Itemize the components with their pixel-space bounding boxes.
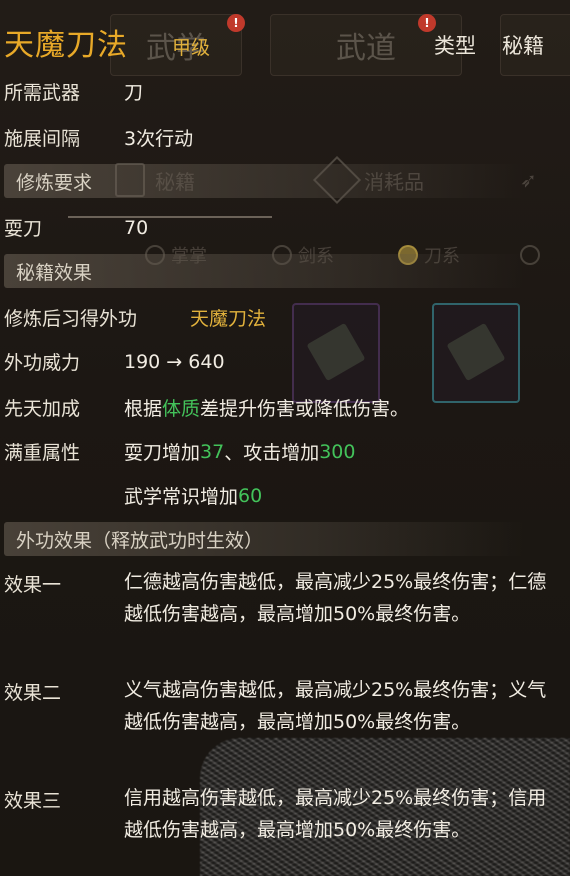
skill-title: 天魔刀法 xyxy=(4,28,128,63)
type-value: 秘籍 xyxy=(502,34,544,58)
learn-row: 修炼后习得外功 天魔刀法 xyxy=(4,304,266,331)
section-requirements: 修炼要求 xyxy=(4,164,524,198)
full-bonus-row-2: 武学常识增加 60 xyxy=(124,482,262,509)
requirement-value: 70 xyxy=(124,216,149,239)
cast-interval-label: 施展间隔 xyxy=(4,128,81,150)
learn-value: 天魔刀法 xyxy=(190,308,267,330)
full-bonus-value: 300 xyxy=(319,440,356,463)
learn-label: 修炼后习得外功 xyxy=(4,308,138,330)
full-bonus-value: 37 xyxy=(200,440,225,463)
full-bonus-text: 耍刀增加 xyxy=(124,442,201,464)
requirement-label: 耍刀 xyxy=(4,218,43,240)
effect-text: 义气越高伤害越低，最高减少25%最终伤害；义气越低伤害越高，最高增加50%最终伤… xyxy=(124,679,547,733)
effect-label: 效果三 xyxy=(4,790,62,812)
cast-interval-row: 施展间隔 3次行动 xyxy=(4,124,193,151)
cast-interval-value: 3次行动 xyxy=(124,128,194,150)
effect-text: 信用越高伤害越低，最高减少25%最终伤害；信用越低伤害越高，最高增加50%最终伤… xyxy=(124,787,547,841)
section-title: 秘籍效果 xyxy=(16,261,93,284)
full-bonus-text: 、攻击增加 xyxy=(224,442,320,464)
power-label: 外功威力 xyxy=(4,352,81,374)
skill-grade: 甲级 xyxy=(172,37,211,59)
skill-tooltip-window: 武学 ! 武道 ! 秘籍 消耗品 ➶ 掌掌 剑系 刀系 天魔刀法 甲级 类型 秘… xyxy=(0,0,570,876)
effect-label: 效果一 xyxy=(4,574,62,596)
required-weapon-label: 所需武器 xyxy=(4,82,81,104)
requirement-row: 耍刀 70 xyxy=(4,214,148,241)
full-bonus-text: 武学常识增加 xyxy=(124,486,239,508)
type-label: 类型 xyxy=(434,34,476,58)
effect-label: 效果二 xyxy=(4,682,62,704)
innate-row: 先天加成 根据 体质 差提升伤害或降低伤害。 xyxy=(4,394,409,421)
requirement-progress-line xyxy=(68,216,272,218)
innate-suffix: 差提升伤害或降低伤害。 xyxy=(200,398,410,420)
innate-prefix: 根据 xyxy=(124,398,163,420)
section-title: 外功效果（释放武功时生效） xyxy=(16,529,264,552)
full-bonus-label: 满重属性 xyxy=(4,442,81,464)
power-value: 190 → 640 xyxy=(124,350,225,373)
innate-attribute: 体质 xyxy=(162,398,201,420)
section-title: 修炼要求 xyxy=(16,171,93,194)
section-effects: 秘籍效果 xyxy=(4,254,524,288)
effect-text: 仁德越高伤害越低，最高减少25%最终伤害；仁德越低伤害越高，最高增加50%最终伤… xyxy=(124,571,547,625)
full-bonus-row: 满重属性 耍刀增加 37 、攻击增加 300 xyxy=(4,438,355,465)
section-external-effects: 外功效果（释放武功时生效） xyxy=(4,522,524,556)
required-weapon-value: 刀 xyxy=(124,82,144,104)
required-weapon-row: 所需武器 刀 xyxy=(4,78,143,105)
power-row: 外功威力 190 → 640 xyxy=(4,348,225,375)
tooltip-content: 天魔刀法 甲级 类型 秘籍 所需武器 刀 施展间隔 3次行动 修炼要求 耍刀 7… xyxy=(0,0,570,876)
full-bonus-value: 60 xyxy=(238,484,263,507)
innate-label: 先天加成 xyxy=(4,398,81,420)
